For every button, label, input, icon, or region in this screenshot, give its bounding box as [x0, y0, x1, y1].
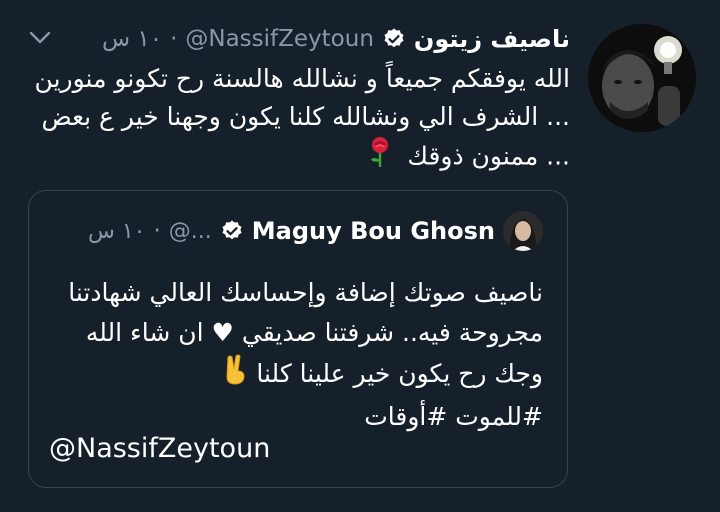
quoted-tweet-timestamp: ١٠ س	[87, 218, 146, 244]
quoted-tweet[interactable]: Maguy Bou Ghosn @... · ١٠ س ناصيف صوتك إ…	[28, 190, 568, 488]
quoted-tweet-mention[interactable]: @NassifZeytoun	[49, 433, 270, 464]
quoted-tweet-hashtags[interactable]: #للموت #أوقات	[43, 397, 543, 437]
tweet-card[interactable]: ناصيف زيتون @NassifZeytoun · ١٠ س الله ي…	[0, 0, 720, 512]
quoted-tweet-text: ناصيف صوتك إضافة وإحساسك العالي شهادتنا …	[68, 278, 543, 388]
separator-dot: ·	[153, 218, 161, 244]
quoted-author-handle: @...	[168, 218, 212, 244]
rose-emoji-icon	[367, 136, 393, 179]
tweet-timestamp[interactable]: ١٠ س	[102, 26, 162, 52]
separator-dot: ·	[170, 26, 178, 52]
quoted-tweet-header: Maguy Bou Ghosn @... · ١٠ س	[88, 211, 543, 251]
chevron-down-icon[interactable]	[26, 26, 54, 50]
victory-hand-emoji-icon	[222, 353, 248, 397]
quoted-author-name: Maguy Bou Ghosn	[251, 217, 495, 245]
author-avatar[interactable]	[588, 24, 696, 132]
author-name[interactable]: ناصيف زيتون	[414, 25, 570, 53]
verified-badge-icon	[382, 27, 406, 51]
quoted-author-avatar	[503, 211, 543, 251]
quoted-tweet-body: ناصيف صوتك إضافة وإحساسك العالي شهادتنا …	[43, 273, 543, 437]
tweet-body: الله يوفقكم جميعاً و نشالله هالسنة رح تك…	[30, 60, 570, 179]
tweet-header: ناصيف زيتون @NassifZeytoun · ١٠ س	[102, 22, 570, 56]
author-handle[interactable]: @NassifZeytoun	[185, 26, 374, 52]
tweet-text: الله يوفقكم جميعاً و نشالله هالسنة رح تك…	[34, 64, 570, 171]
verified-badge-icon	[220, 219, 244, 243]
